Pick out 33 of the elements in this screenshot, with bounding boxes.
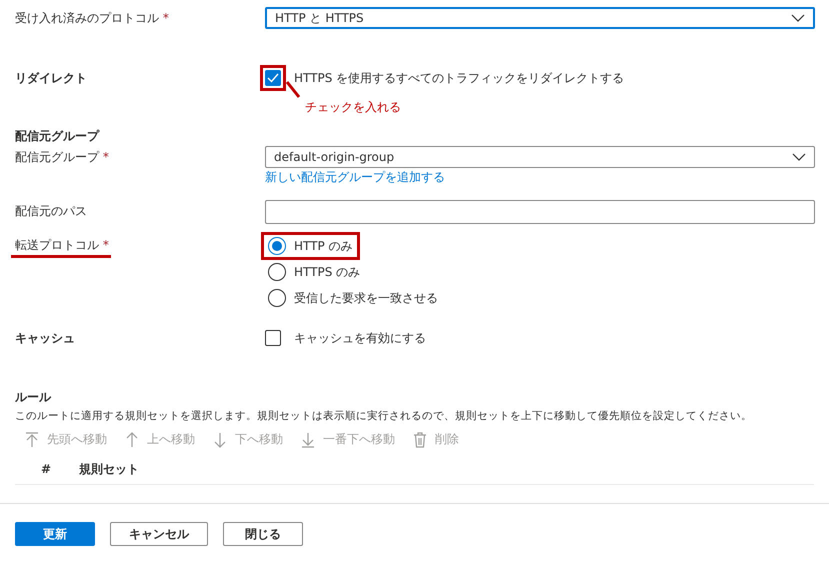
origin-group-dropdown[interactable]: default-origin-group bbox=[265, 146, 815, 168]
radio-option[interactable]: 受信した要求を一致させる bbox=[261, 284, 445, 312]
annotation-text: チェックを入れる bbox=[305, 99, 402, 116]
checkbox[interactable] bbox=[265, 330, 281, 346]
field-label: 転送プロトコル * bbox=[11, 235, 111, 258]
section-label: キャッシュ bbox=[15, 330, 75, 347]
radio-option[interactable]: HTTP のみ bbox=[261, 232, 360, 260]
checkbox-label: キャッシュを有効にする bbox=[294, 330, 426, 347]
protocol-dropdown[interactable]: HTTP と HTTPS bbox=[265, 7, 815, 29]
field-label: 受け入れ済みのプロトコル * bbox=[15, 10, 169, 27]
section-label: リダイレクト bbox=[15, 70, 87, 87]
secondary-button[interactable]: 閉じる bbox=[223, 522, 303, 546]
section-title: 配信元グループ bbox=[14, 128, 100, 144]
radio-option[interactable]: HTTPS のみ bbox=[261, 258, 368, 286]
arrow-down-icon bbox=[213, 432, 227, 448]
column-header: 規則セット bbox=[79, 460, 139, 478]
arrow-up-icon bbox=[125, 432, 139, 448]
chevron-down-icon bbox=[792, 153, 806, 161]
add-origin-group-link[interactable]: 新しい配信元グループを追加する bbox=[265, 168, 445, 186]
field-label: 配信元グループ * bbox=[15, 149, 109, 166]
secondary-button[interactable]: キャンセル bbox=[110, 522, 208, 546]
arrow-up-icon bbox=[25, 432, 39, 448]
checkbox[interactable] bbox=[265, 70, 281, 86]
primary-button[interactable]: 更新 bbox=[15, 522, 95, 546]
trash-icon bbox=[413, 432, 427, 448]
description-text: このルートに適用する規則セットを選択します。規則セットは表示順に実行されるので、規則セットを上下に移動して優先順位を設定してください。 bbox=[15, 409, 753, 423]
chevron-down-icon bbox=[791, 14, 805, 22]
column-header: # bbox=[41, 462, 52, 476]
section-title: ルール bbox=[15, 389, 52, 406]
origin-path-input[interactable] bbox=[265, 200, 815, 224]
arrow-down-icon bbox=[301, 432, 315, 448]
checkbox-label: HTTPS を使用するすべてのトラフィックをリダイレクトする bbox=[294, 70, 624, 87]
field-label: 配信元のパス bbox=[15, 203, 87, 220]
